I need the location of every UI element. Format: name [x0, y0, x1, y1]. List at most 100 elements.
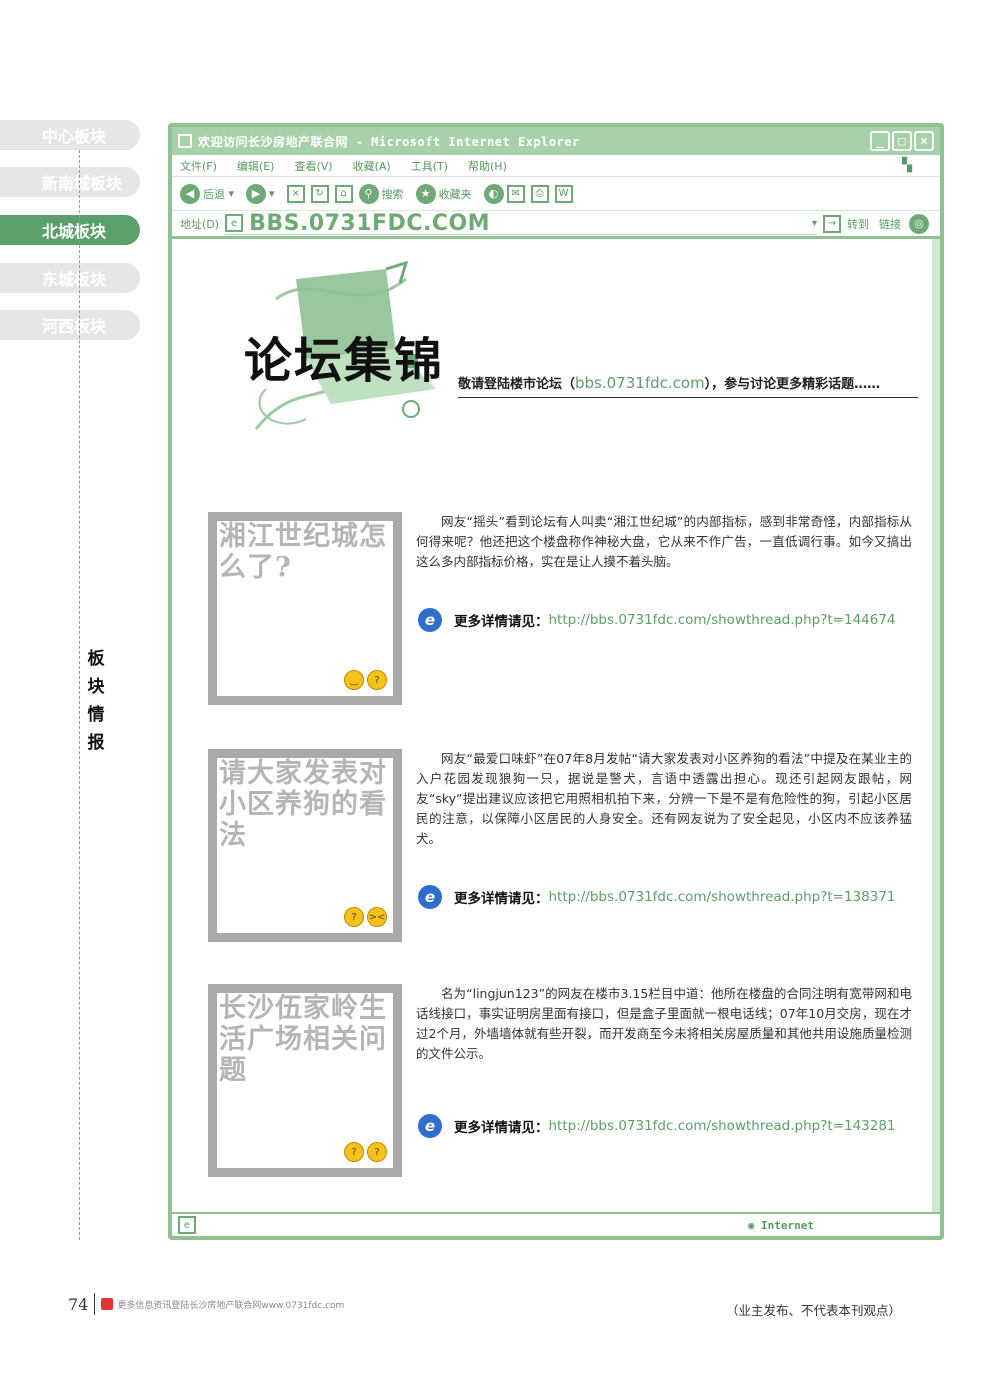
more-label: 更多详情请见： [454, 1120, 549, 1136]
menu-favorites[interactable]: 收藏(A) [353, 158, 391, 174]
back-label: 后退 [203, 187, 225, 201]
brand-logo-icon [101, 1298, 114, 1310]
sidebar-tab-xinnancheng[interactable]: 新南城板块 [0, 167, 140, 197]
footer-divider [94, 1293, 96, 1315]
disclaimer: （业主发布、不代表本刊观点） [726, 1303, 902, 1318]
sidebar-tab-beicheng[interactable]: 北城板块 [0, 215, 140, 245]
menu-help[interactable]: 帮助(H) [468, 158, 507, 174]
more-link[interactable]: http://bbs.0731fdc.com/showthread.php?t=… [549, 889, 896, 905]
page-title: 论坛集锦 [244, 333, 445, 389]
page-icon: e [225, 214, 244, 232]
more-details: e 更多详情请见： http://bbs.0731fdc.com/showthr… [418, 1114, 896, 1138]
search-button[interactable]: ⚲ 搜索 [358, 183, 404, 204]
ie-app-icon [178, 134, 192, 148]
subtitle-prefix: 敬请登陆楼市论坛（ [458, 377, 576, 392]
mail-icon[interactable]: ✉ [506, 184, 525, 203]
address-input[interactable]: e BBS.0731FDC.COM ▾ [225, 210, 817, 236]
star-icon: ★ [415, 183, 436, 204]
ie-icon: e [418, 1114, 442, 1138]
thinking-icon: ? [344, 907, 364, 927]
address-label: 地址(D) [180, 217, 220, 231]
go-label: 转到 [847, 217, 869, 231]
minimize-icon[interactable]: _ [870, 131, 890, 151]
menu-file[interactable]: 文件(F) [180, 158, 217, 174]
chevron-down-icon[interactable]: ▾ [812, 218, 817, 229]
back-arrow-icon: ◀ [180, 183, 200, 204]
topic-title-box: 长沙伍家岭生活广场相关问题 ? ? [208, 984, 402, 1177]
menu-view[interactable]: 查看(V) [294, 158, 332, 174]
windows-logo-icon: ▚ [902, 158, 912, 173]
thinking-icon: ? [344, 1142, 364, 1162]
more-link[interactable]: http://bbs.0731fdc.com/showthread.php?t=… [549, 612, 896, 628]
address-bar: 地址(D) e BBS.0731FDC.COM ▾ → 转到 链接 ◎ [172, 211, 940, 239]
page-footer: 74 更多信息资讯登陆长沙房地产联合网www.0731fdc.com [68, 1293, 344, 1315]
menu-bar: 文件(F) 编辑(E) 查看(V) 收藏(A) 工具(T) 帮助(H) ▚ [172, 155, 940, 177]
topic-title: 请大家发表对小区养狗的看法 [219, 758, 387, 851]
topic-body: 网友“摇头”看到论坛有人叫卖“湘江世纪城”的内部指标，感到非常奇怪，内部指标从何… [416, 514, 912, 569]
media-icon[interactable]: ◐ [483, 183, 504, 204]
more-label: 更多详情请见： [454, 614, 549, 630]
topic-title: 长沙伍家岭生活广场相关问题 [219, 993, 387, 1086]
address-url: BBS.0731FDC.COM [249, 210, 491, 236]
menu-edit[interactable]: 编辑(E) [237, 158, 275, 174]
more-link[interactable]: http://bbs.0731fdc.com/showthread.php?t=… [549, 1118, 896, 1134]
sidebar-tab-hexi[interactable]: 河西板块 [0, 310, 140, 340]
smiley-icon: ‿ [344, 670, 364, 690]
more-details: e 更多详情请见： http://bbs.0731fdc.com/showthr… [418, 885, 896, 909]
forward-arrow-icon: ▶ [246, 183, 267, 204]
emoji-row: ? ? [341, 1142, 387, 1162]
sidebar-tab-center[interactable]: 中心板块 [0, 120, 140, 150]
refresh-icon[interactable]: ↻ [310, 184, 329, 203]
page-number: 74 [68, 1294, 89, 1314]
topic-card: 湘江世纪城怎么了? ‿ ? 网友“摇头”看到论坛有人叫卖“湘江世纪城”的内部指标… [208, 512, 918, 712]
thinking-icon: ? [367, 670, 387, 690]
thinking-icon: ? [367, 1142, 387, 1162]
browser-window: 欢迎访问长沙房地产联合网 - Microsoft Internet Explor… [168, 123, 944, 1318]
forum-subtitle: 敬请登陆楼市论坛（bbs.0731fdc.com），参与讨论更多精彩话题…… [458, 373, 918, 398]
menu-tools[interactable]: 工具(T) [411, 158, 448, 174]
link-extra-icon[interactable]: ◎ [909, 213, 929, 234]
edit-icon[interactable]: W [554, 184, 573, 203]
topic-card: 长沙伍家岭生活广场相关问题 ? ? 名为“lingjun123”的网友在楼市3.… [208, 984, 918, 1184]
zone-label: Internet [761, 1218, 814, 1232]
toolbar: ◀ 后退 ▾ ▶ ▾ × ↻ ⌂ ⚲ 搜索 ★ 收藏夹 ◐ ✉ ⎙ W [172, 177, 940, 211]
forward-button[interactable]: ▶ ▾ [246, 183, 275, 204]
topic-body: 网友“最爱口味虾”在07年8月发帖“请大家发表对小区养狗的看法”中提及在某业主的… [416, 751, 912, 846]
page-status-icon: e [178, 1216, 196, 1234]
footer-text: 更多信息资讯登陆长沙房地产联合网www.0731fdc.com [117, 1300, 345, 1311]
back-button[interactable]: ◀ 后退 ▾ [180, 183, 234, 204]
sidebar-tab-dongcheng[interactable]: 东城板块 [0, 263, 140, 293]
sidebar-divider [79, 150, 80, 1240]
title-bar: 欢迎访问长沙房地产联合网 - Microsoft Internet Explor… [172, 127, 940, 155]
more-details: e 更多详情请见： http://bbs.0731fdc.com/showthr… [418, 608, 896, 632]
favorites-label: 收藏夹 [438, 187, 472, 201]
subtitle-suffix: ），参与讨论更多精彩话题…… [704, 377, 881, 392]
search-icon: ⚲ [358, 183, 379, 204]
search-label: 搜索 [381, 187, 404, 201]
status-bar: e ◉ Internet [172, 1212, 940, 1236]
favorites-button[interactable]: ★ 收藏夹 [415, 183, 472, 204]
security-zone: ◉ Internet [747, 1218, 814, 1232]
go-arrow-icon: → [823, 214, 841, 233]
topic-body: 名为“lingjun123”的网友在楼市3.15栏目中道：他所在楼盘的合同注明有… [416, 986, 912, 1061]
angry-icon: >< [367, 907, 387, 927]
page-content: 论坛集锦 敬请登陆楼市论坛（bbs.0731fdc.com），参与讨论更多精彩话… [172, 239, 940, 1318]
topic-title-box: 请大家发表对小区养狗的看法 ? >< [208, 749, 402, 942]
ie-icon: e [418, 885, 442, 909]
print-icon[interactable]: ⎙ [530, 184, 549, 203]
go-button[interactable]: → 转到 [823, 214, 869, 233]
stop-icon[interactable]: × [286, 184, 305, 203]
home-icon[interactable]: ⌂ [334, 184, 353, 203]
forum-link[interactable]: bbs.0731fdc.com [575, 374, 705, 392]
more-label: 更多详情请见： [454, 891, 549, 907]
window-title: 欢迎访问长沙房地产联合网 - Microsoft Internet Explor… [198, 134, 580, 149]
ie-icon: e [418, 608, 442, 632]
topic-title-box: 湘江世纪城怎么了? ‿ ? [208, 512, 402, 705]
maximize-icon[interactable]: □ [892, 131, 912, 151]
emoji-row: ‿ ? [341, 670, 387, 690]
close-icon[interactable]: × [914, 131, 934, 151]
emoji-row: ? >< [341, 907, 387, 927]
topic-title: 湘江世纪城怎么了? [219, 521, 387, 583]
links-button[interactable]: 链接 [879, 216, 901, 232]
topic-card: 请大家发表对小区养狗的看法 ? >< 网友“最爱口味虾”在07年8月发帖“请大家… [208, 749, 918, 949]
